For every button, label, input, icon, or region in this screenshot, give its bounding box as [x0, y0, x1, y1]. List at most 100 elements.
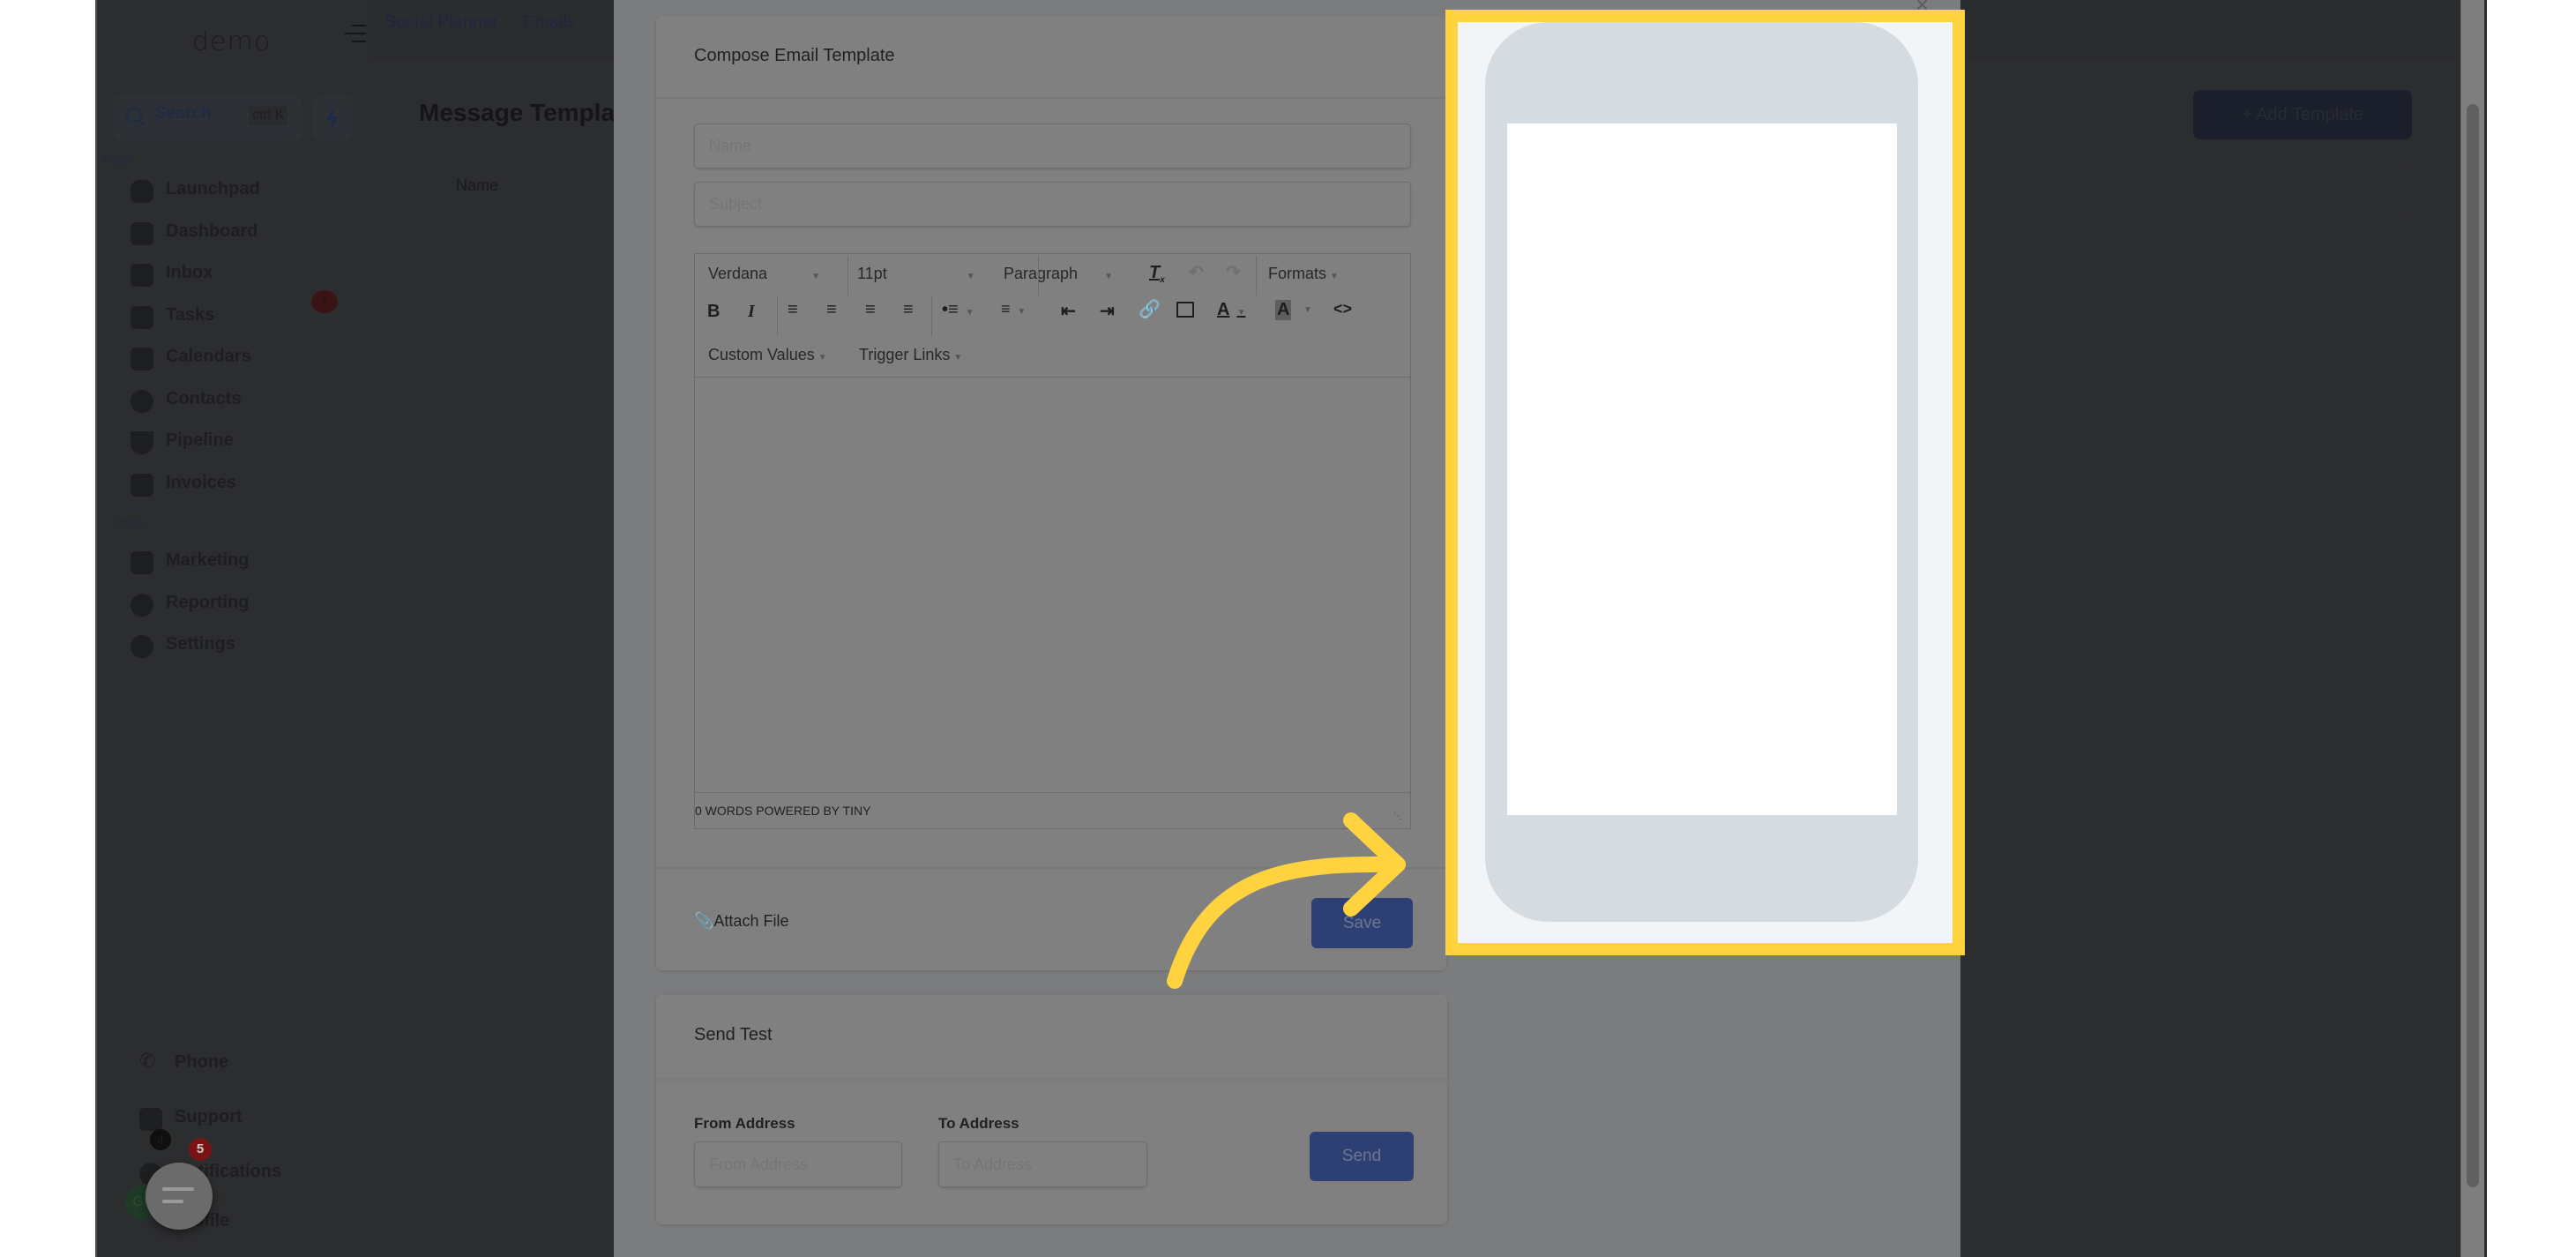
custom-values-label: Custom Values: [708, 346, 815, 363]
inbox-icon: [131, 264, 153, 287]
formats-menu[interactable]: Formats ▼: [1268, 265, 1339, 283]
image-icon[interactable]: [1176, 302, 1194, 318]
sidebar-item-inbox[interactable]: Inbox: [123, 260, 353, 292]
caret-down-icon: ▼: [1104, 272, 1113, 281]
trigger-links-menu[interactable]: Trigger Links ▼: [859, 346, 962, 364]
outdent-icon[interactable]: ⇤: [1061, 300, 1076, 322]
gear-icon: [131, 635, 153, 658]
save-button[interactable]: Save: [1311, 898, 1413, 948]
caret-down-icon: ▼: [818, 353, 827, 363]
editor-content-area[interactable]: [695, 377, 1410, 793]
align-right-icon[interactable]: ≡: [865, 300, 876, 320]
italic-icon[interactable]: I: [748, 302, 755, 322]
chat-unread-badge: 5: [189, 1138, 212, 1161]
font-size-select[interactable]: 11pt ▼: [857, 265, 975, 283]
quick-action-button[interactable]: [312, 95, 353, 141]
phone-icon: ✆: [139, 1050, 156, 1072]
invoices-icon: [131, 474, 153, 497]
sidebar-item-phone[interactable]: ✆ Phone: [132, 1050, 362, 1081]
column-header-name[interactable]: Name: [456, 176, 498, 195]
clear-formatting-icon[interactable]: Tx: [1149, 263, 1165, 285]
sidebar-item-pipeline[interactable]: Pipeline: [123, 428, 353, 460]
chat-icon-line: [162, 1200, 183, 1203]
font-size-value: 11pt: [857, 265, 887, 282]
chat-widget-button[interactable]: [146, 1163, 213, 1230]
add-template-button[interactable]: + Add Template: [2193, 90, 2412, 139]
nav-emails[interactable]: Emails ⌄: [523, 12, 591, 33]
bold-icon[interactable]: B: [707, 302, 720, 322]
background-color-icon[interactable]: A: [1275, 300, 1292, 320]
attach-file-button[interactable]: 📎Attach File: [694, 912, 788, 931]
search-shortcut: ctrl K: [249, 106, 288, 125]
caret-down-icon: ▼: [811, 272, 820, 281]
dashboard-icon: [131, 222, 153, 245]
align-justify-icon[interactable]: ≡: [903, 300, 914, 320]
menu-toggle-icon[interactable]: [345, 25, 366, 44]
search-label: Search: [155, 104, 212, 123]
toolbar-separator: [847, 256, 848, 296]
text-color-icon[interactable]: A ▼: [1217, 300, 1245, 320]
send-test-card: [656, 995, 1447, 1224]
caret-down-icon: ▼: [953, 353, 963, 363]
sidebar-item-reporting[interactable]: Reporting: [123, 590, 353, 622]
sidebar-item-settings[interactable]: Settings: [123, 632, 353, 663]
to-address-label: To Address: [938, 1115, 1019, 1132]
toolbar-separator: [1256, 256, 1257, 296]
divider: [656, 867, 1446, 869]
font-family-value: Verdana: [708, 265, 768, 282]
caret-down-icon[interactable]: ▼: [1303, 305, 1312, 315]
sidebar-item-tasks[interactable]: Tasks: [123, 303, 353, 334]
section-label-tools: Tools: [113, 516, 146, 531]
redo-icon[interactable]: ↷: [1226, 261, 1241, 283]
template-name-input[interactable]: [694, 123, 1411, 168]
scrollbar-thumb[interactable]: [2467, 104, 2479, 1187]
from-address-label: From Address: [694, 1115, 795, 1132]
caret-down-icon: ▼: [966, 272, 975, 281]
divider: [656, 1078, 1447, 1083]
link-icon[interactable]: 🔗: [1139, 298, 1161, 320]
block-format-value: Paragraph: [1004, 265, 1079, 282]
caret-down-icon: ▼: [1236, 308, 1246, 318]
indent-icon[interactable]: ⇥: [1100, 300, 1115, 322]
caret-down-icon: ▼: [1330, 272, 1339, 281]
chevron-down-icon: ⌄: [580, 16, 592, 30]
numbered-list-icon[interactable]: ≡ ▼: [1001, 300, 1026, 318]
megaphone-icon: [131, 551, 153, 574]
chat-icon: [162, 1187, 194, 1191]
divider: [656, 97, 1446, 99]
notifications-badge: 4: [150, 1129, 171, 1150]
align-center-icon[interactable]: ≡: [826, 300, 837, 320]
to-address-input[interactable]: [938, 1141, 1147, 1187]
bolt-icon: [326, 106, 339, 131]
sidebar-item-calendars[interactable]: Calendars: [123, 344, 353, 376]
support-icon: [139, 1108, 162, 1131]
calendar-icon: [131, 348, 153, 370]
resize-handle-icon[interactable]: ⋱: [1393, 812, 1402, 821]
align-left-icon[interactable]: ≡: [788, 300, 798, 320]
nav-social-planner[interactable]: Social Planner: [385, 12, 498, 33]
template-subject-input[interactable]: [694, 182, 1411, 227]
undo-icon[interactable]: ↶: [1189, 261, 1204, 283]
formats-label: Formats: [1268, 265, 1327, 282]
launchpad-icon: [131, 180, 153, 203]
sidebar-item-marketing[interactable]: Marketing: [123, 548, 353, 580]
source-code-icon[interactable]: <>: [1333, 300, 1352, 318]
attach-file-label: Attach File: [713, 912, 789, 930]
paperclip-icon: 📎: [694, 912, 714, 930]
block-format-select[interactable]: Paragraph ▼: [1004, 265, 1113, 283]
caret-down-icon: ▼: [1017, 307, 1027, 317]
from-address-input[interactable]: [694, 1141, 902, 1187]
font-family-select[interactable]: Verdana ▼: [708, 265, 820, 283]
custom-values-menu[interactable]: Custom Values ▼: [708, 346, 827, 364]
sidebar-item-contacts[interactable]: Contacts: [123, 386, 353, 418]
contacts-icon: [131, 390, 153, 413]
bullet-list-icon[interactable]: •≡ ▼: [942, 300, 974, 320]
mobile-preview-screen: [1507, 123, 1897, 815]
sidebar-item-launchpad[interactable]: Launchpad: [123, 176, 353, 208]
sidebar-item-invoices[interactable]: Invoices: [123, 470, 353, 502]
pie-chart-icon: [131, 594, 153, 617]
send-button[interactable]: Send: [1310, 1132, 1414, 1181]
compose-title: Compose Email Template: [694, 46, 895, 65]
send-test-title: Send Test: [694, 1025, 773, 1044]
sidebar-item-dashboard[interactable]: Dashboard: [123, 219, 353, 251]
